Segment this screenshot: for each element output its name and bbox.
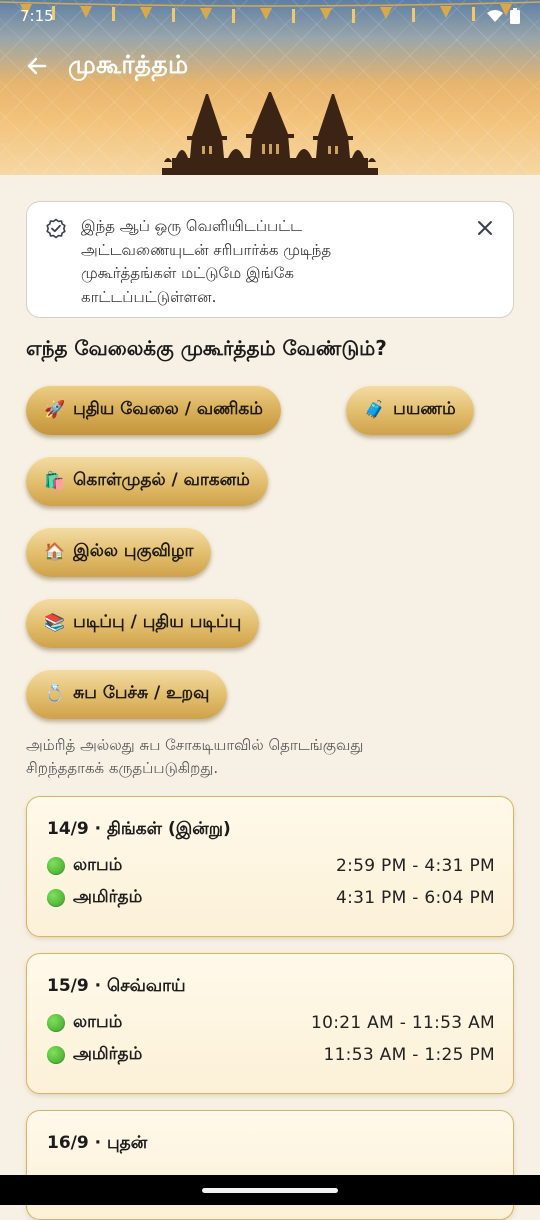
hint-text: அம்ரித் அல்லது சுப சோகடியாவில் தொடங்குவத… (26, 734, 466, 780)
slot-name: அமிர்தம் (73, 1044, 143, 1064)
hint-line: சிறந்ததாகக் கருதப்படுகிறது. (26, 759, 219, 777)
green-circle-icon (47, 857, 65, 875)
home-gesture-handle[interactable] (202, 1188, 338, 1193)
rocket-icon: 🚀 (44, 400, 66, 420)
muhurtham-slot: அமிர்தம் 11:53 AM - 1:25 PM (47, 1042, 495, 1068)
chip-label: புதிய வேலை / வணிகம் (73, 399, 263, 419)
chip-label: படிப்பு / புதிய படிப்பு (73, 612, 242, 632)
muhurtham-slot: லாபம் 2:59 PM - 4:31 PM (47, 853, 495, 879)
chip-label: கொள்முதல் / வாகனம் (73, 470, 250, 490)
books-icon: 📚 (44, 613, 66, 633)
green-circle-icon (47, 889, 65, 907)
slot-time: 4:31 PM - 6:04 PM (335, 888, 495, 908)
slot-name: லாபம் (73, 855, 123, 875)
system-navigation-bar (0, 1175, 540, 1205)
muhurtham-slot: அமிர்தம் 4:31 PM - 6:04 PM (47, 885, 495, 911)
slot-name-group: அமிர்தம் (47, 1044, 142, 1066)
close-notice-button[interactable] (473, 216, 497, 240)
chip-education[interactable]: 📚 படிப்பு / புதிய படிப்பு (26, 598, 260, 648)
verified-notice-card: இந்த ஆப் ஒரு வெளியிடப்பட்ட அட்டவணையுடன் … (26, 201, 514, 318)
wifi-icon (487, 10, 503, 22)
day-card[interactable]: 15/9 · செவ்வாய் லாபம் 10:21 AM - 11:53 A… (26, 953, 514, 1094)
day-title: 14/9 · திங்கள் (இன்று) (47, 819, 231, 839)
slot-name-group: லாபம் (47, 1012, 122, 1034)
green-circle-icon (47, 1046, 65, 1064)
chip-marriage-talk[interactable]: 💍 சுப பேச்சு / உறவு (26, 669, 228, 719)
chip-label: இல்ல புகுவிழா (73, 541, 194, 561)
page-title: முகூர்த்தம் (68, 49, 189, 79)
verified-badge-icon (46, 218, 66, 239)
luggage-icon: 🧳 (364, 400, 386, 420)
arrow-left-icon (27, 57, 47, 75)
slot-time: 10:21 AM - 11:53 AM (310, 1013, 495, 1033)
slot-name-group: லாபம் (47, 855, 122, 877)
day-title: 15/9 · செவ்வாய் (47, 976, 186, 996)
muhurtham-slot: லாபம் 10:21 AM - 11:53 AM (47, 1010, 495, 1036)
house-icon: 🏠 (44, 542, 66, 562)
chip-label: சுப பேச்சு / உறவு (73, 683, 210, 703)
chip-label: பயணம் (393, 399, 456, 419)
notice-line: காட்டப்பட்டுள்ளன. (81, 287, 217, 306)
chip-travel[interactable]: 🧳 பயணம் (346, 385, 474, 435)
header-banner: 7:15 முகூர்த்தம் (0, 0, 540, 175)
status-time: 7:15 (20, 7, 54, 25)
slot-time: 11:53 AM - 1:25 PM (323, 1045, 495, 1065)
green-circle-icon (47, 1014, 65, 1032)
notice-line: அட்டவணையுடன் சரிபார்க்க முடிந்த (81, 240, 332, 259)
temple-silhouette (162, 92, 378, 175)
chip-new-business[interactable]: 🚀 புதிய வேலை / வணிகம் (26, 385, 281, 435)
day-card[interactable]: 14/9 · திங்கள் (இன்று) லாபம் 2:59 PM - 4… (26, 796, 514, 937)
back-button[interactable] (20, 49, 54, 83)
ring-icon: 💍 (44, 684, 66, 704)
chip-purchase-vehicle[interactable]: 🛍️ கொள்முதல் / வாகனம் (26, 456, 268, 506)
status-icons (486, 8, 520, 24)
shopping-bags-icon: 🛍️ (44, 471, 66, 491)
slot-name-group: அமிர்தம் (47, 887, 142, 909)
slot-name: லாபம் (73, 1012, 123, 1032)
hint-line: அம்ரித் அல்லது சுப சோகடியாவில் தொடங்குவத… (26, 736, 364, 754)
notice-text: இந்த ஆப் ஒரு வெளியிடப்பட்ட அட்டவணையுடன் … (81, 215, 441, 309)
status-bar: 7:15 (0, 0, 540, 32)
app-bar: முகூர்த்தம் (20, 44, 188, 88)
day-title: 16/9 · புதன் (47, 1133, 148, 1153)
purpose-question: எந்த வேலைக்கு முகூர்த்தம் வேண்டும்? (26, 336, 387, 360)
battery-icon (510, 8, 520, 24)
close-icon (478, 221, 492, 235)
slot-time: 2:59 PM - 4:31 PM (335, 856, 495, 876)
slot-name: அமிர்தம் (73, 887, 143, 907)
notice-line: முகூர்த்தங்கள் மட்டுமே இங்கே (81, 264, 294, 282)
chip-housewarming[interactable]: 🏠 இல்ல புகுவிழா (26, 527, 212, 577)
notice-line: இந்த ஆப் ஒரு வெளியிடப்பட்ட (81, 217, 303, 235)
